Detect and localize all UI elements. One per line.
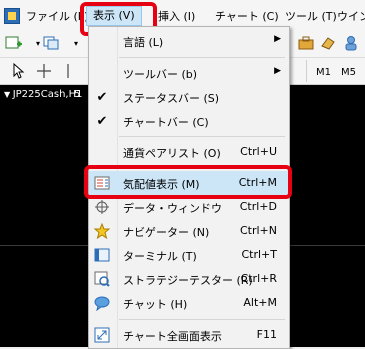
terminal-icon: [93, 246, 111, 264]
menu-item-terminal[interactable]: ターミナル (T) Ctrl+T: [89, 243, 289, 267]
timeframe-m1-button[interactable]: M1: [316, 64, 331, 82]
cursor-icon[interactable]: [8, 61, 28, 81]
menu-separator: [119, 136, 285, 137]
strategy-tester-icon: [93, 270, 111, 288]
menu-item-symbols[interactable]: 通貨ペアリスト (O) Ctrl+U: [89, 140, 289, 164]
menu-separator: [119, 57, 285, 58]
user-icon[interactable]: [341, 33, 361, 53]
eraser-icon[interactable]: [318, 33, 338, 53]
menu-item-label: ステータスバー (S): [123, 92, 220, 105]
menu-item-shortcut: F11: [256, 328, 277, 341]
menu-item-shortcut: Ctrl+D: [239, 200, 277, 213]
menu-item-shortcut: Ctrl+R: [240, 272, 277, 285]
toolbar-separator: [306, 60, 307, 82]
menu-item-label: ツールバー (b): [123, 68, 198, 81]
menu-item-label: ストラテジーテスター (R): [123, 274, 253, 287]
menu-item-status-bar[interactable]: ✔ ステータスバー (S): [89, 85, 289, 109]
profiles-menu-icon[interactable]: ▾: [66, 33, 86, 53]
crosshair-target-icon: [93, 198, 111, 216]
star-icon: [93, 222, 111, 240]
timeframe-m5-button[interactable]: M5: [341, 64, 356, 82]
check-icon: ✔: [96, 89, 108, 105]
toolbox-icon[interactable]: [296, 33, 316, 53]
menu-item-label: データ・ウィンドウ: [123, 202, 222, 215]
menu-item-chat[interactable]: チャット (H) Alt+M: [89, 291, 289, 315]
menu-item-shortcut: Ctrl+N: [239, 224, 277, 237]
app-icon[interactable]: [4, 8, 20, 24]
crosshair-icon[interactable]: [34, 61, 54, 81]
chart-dropdown-icon: ▼: [4, 90, 13, 99]
menu-window[interactable]: ウイン: [337, 8, 365, 26]
submenu-arrow-icon: ▶: [274, 66, 281, 76]
menu-item-language[interactable]: 言語 (L) ▶: [89, 29, 289, 53]
menu-item-label: チャートバー (C): [123, 116, 209, 129]
menu-chart[interactable]: チャート (C): [215, 8, 279, 26]
market-watch-highlight: [84, 165, 292, 199]
menu-item-label: ターミナル (T): [123, 250, 197, 263]
menu-item-label: 言語 (L): [123, 36, 164, 49]
menu-item-strategy-tester[interactable]: ストラテジーテスター (R) Ctrl+R: [89, 267, 289, 291]
new-chart-icon[interactable]: [4, 33, 24, 53]
menu-item-label: 通貨ペアリスト (O): [123, 147, 221, 160]
menu-tools[interactable]: ツール (T): [285, 8, 337, 26]
menu-item-toolbar[interactable]: ツールバー (b) ▶: [89, 61, 289, 85]
vertical-line-icon[interactable]: [58, 61, 78, 81]
menu-separator: [119, 319, 285, 320]
menu-item-navigator[interactable]: ナビゲーター (N) Ctrl+N: [89, 219, 289, 243]
menu-item-label: ナビゲーター (N): [123, 226, 210, 239]
chat-icon: [93, 294, 111, 312]
menu-item-label: チャット (H): [123, 298, 188, 311]
menu-item-chart-bar[interactable]: ✔ チャートバー (C): [89, 109, 289, 133]
menu-item-shortcut: Alt+M: [243, 296, 277, 309]
chart-extra-value: 5: [74, 89, 81, 100]
menu-insert[interactable]: 挿入 (I): [158, 8, 195, 26]
check-icon: ✔: [96, 113, 108, 129]
profiles-icon[interactable]: [42, 33, 62, 53]
menu-item-fullscreen[interactable]: チャート全画面表示 F11: [89, 323, 289, 347]
menu-item-shortcut: Ctrl+U: [240, 145, 277, 158]
submenu-arrow-icon: ▶: [274, 34, 281, 44]
fullscreen-icon: [93, 326, 111, 344]
menu-item-shortcut: Ctrl+T: [241, 248, 277, 261]
chart-symbol-label: ▼ JP225Cash,H1: [4, 89, 83, 100]
menu-item-label: チャート全画面表示: [123, 330, 222, 343]
